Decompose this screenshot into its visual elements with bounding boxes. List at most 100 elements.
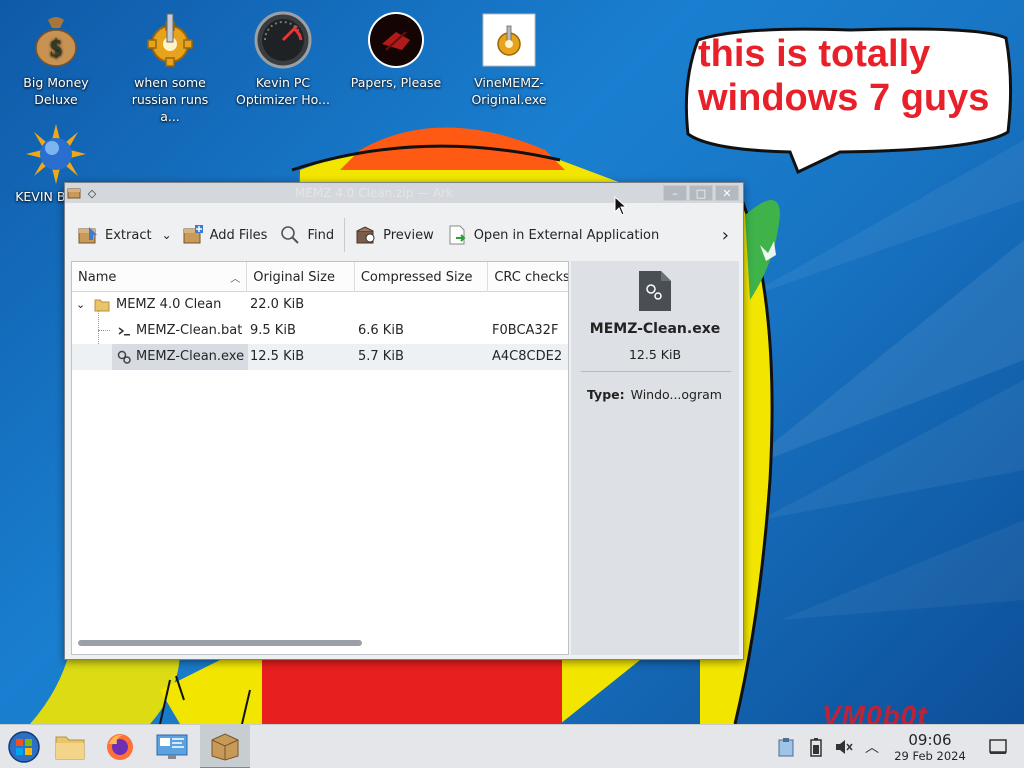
- column-header-name[interactable]: Name ︿: [72, 262, 248, 292]
- speech-bubble-text: this is totally windows 7 guys: [698, 33, 990, 119]
- show-desktop-icon: [989, 739, 1007, 754]
- row-original-size: 9.5 KiB: [250, 323, 296, 338]
- firefox-icon: [107, 734, 133, 760]
- horizontal-scrollbar[interactable]: [78, 640, 562, 648]
- row-compressed-size: 5.7 KiB: [358, 349, 404, 364]
- desktop-icon-label: when some russian runs a...: [131, 75, 209, 124]
- tray-battery[interactable]: [802, 725, 830, 768]
- column-header-compressed-size[interactable]: Compressed Size: [355, 262, 489, 292]
- row-compressed-size: 6.6 KiB: [358, 323, 404, 338]
- clock[interactable]: 09:06 29 Feb 2024: [890, 731, 970, 763]
- desktop-icon-kevin-optimizer[interactable]: Kevin PC Optimizer Ho...: [233, 10, 333, 108]
- file-manager-icon: [55, 736, 85, 760]
- mouse-cursor-icon: [614, 196, 628, 216]
- file-list[interactable]: Name ︿ Original Size Compressed Size CRC…: [71, 261, 569, 655]
- show-desktop-button[interactable]: [984, 725, 1012, 768]
- taskbar-system-settings[interactable]: [148, 725, 196, 768]
- keep-above-icon[interactable]: ◇: [83, 185, 101, 201]
- exe-icon: [482, 13, 536, 67]
- ark-window: ◇ MEMZ 4.0 Clean.zip — Ark – □ ✕ Extract…: [64, 182, 744, 660]
- info-file-name: MEMZ-Clean.exe: [589, 321, 721, 337]
- column-header-original-size[interactable]: Original Size: [247, 262, 355, 292]
- close-button[interactable]: ✕: [715, 185, 739, 201]
- find-button[interactable]: Find: [273, 220, 340, 250]
- add-files-button[interactable]: Add Files: [176, 220, 274, 250]
- scrollbar-thumb[interactable]: [78, 640, 362, 646]
- open-external-label: Open in External Application: [473, 227, 660, 243]
- table-row[interactable]: ⌄ MEMZ 4.0 Clean 22.0 KiB: [72, 292, 568, 318]
- preview-icon: [356, 226, 375, 244]
- executable-file-icon: [639, 271, 671, 311]
- info-divider: [581, 371, 731, 372]
- tray-expand[interactable]: ︿: [858, 725, 886, 768]
- executable-gear-icon: [117, 350, 131, 364]
- clock-date: 29 Feb 2024: [894, 749, 966, 763]
- extract-icon: [78, 227, 97, 244]
- start-button[interactable]: [0, 725, 48, 768]
- taskbar-ark[interactable]: [200, 725, 250, 768]
- clock-time: 09:06: [908, 731, 952, 749]
- row-original-size: 12.5 KiB: [250, 349, 305, 364]
- desktop-icon-label: Kevin PC Optimizer Ho...: [236, 75, 330, 107]
- info-file-size: 12.5 KiB: [628, 347, 682, 362]
- info-panel: MEMZ-Clean.exe 12.5 KiB Type: Windo...ogr…: [571, 261, 739, 655]
- search-icon: [281, 226, 300, 244]
- column-header-label: Compressed Size: [360, 269, 473, 285]
- watermark-text: VM0b0t: [822, 700, 928, 724]
- find-label: Find: [307, 227, 335, 243]
- folder-icon: [94, 299, 110, 312]
- taskbar-firefox[interactable]: [96, 725, 144, 768]
- sort-ascending-icon: ︿: [230, 274, 241, 285]
- toolbar: Extract ⌄ Add Files Find Preview Open in…: [71, 213, 739, 257]
- info-type-label: Type:: [587, 387, 625, 402]
- row-crc: F0BCA32F: [492, 323, 559, 338]
- open-external-button[interactable]: Open in External Application: [440, 220, 666, 250]
- file-list-header: Name ︿ Original Size Compressed Size CRC…: [72, 262, 568, 292]
- maximize-button[interactable]: □: [689, 185, 713, 201]
- chevron-up-icon: ︿: [865, 740, 879, 756]
- start-orb-icon: [8, 731, 40, 763]
- column-header-label: Name: [78, 269, 117, 285]
- window-titlebar[interactable]: ◇ MEMZ 4.0 Clean.zip — Ark – □ ✕: [65, 183, 743, 203]
- desktop-icon-label: Big Money Deluxe: [23, 75, 89, 107]
- system-settings-icon: [156, 734, 188, 759]
- open-external-icon: [449, 225, 466, 245]
- toolbar-separator: [344, 218, 346, 252]
- extract-menu-button[interactable]: ⌄: [158, 220, 176, 250]
- desktop-icon-big-money[interactable]: $ Big Money Deluxe: [6, 10, 106, 108]
- row-name: MEMZ-Clean.bat: [136, 323, 243, 338]
- extract-button[interactable]: Extract: [71, 220, 158, 250]
- collapse-arrow-icon[interactable]: ⌄: [76, 298, 85, 311]
- tray-clipboard[interactable]: [772, 725, 800, 768]
- row-name: MEMZ 4.0 Clean: [116, 297, 222, 312]
- ark-archiver-icon: [211, 733, 239, 761]
- minimize-button[interactable]: –: [663, 185, 687, 201]
- speedometer-icon: [254, 11, 312, 69]
- taskbar: ︿ 09:06 29 Feb 2024: [0, 724, 1024, 768]
- extract-label: Extract: [105, 227, 152, 243]
- globe-sun-icon: [26, 124, 86, 184]
- preview-button[interactable]: Preview: [349, 220, 440, 250]
- window-app-icon[interactable]: [65, 185, 83, 201]
- add-files-label: Add Files: [209, 227, 268, 243]
- desktop-icon-vinememz[interactable]: VineMEMZ- Original.exe: [459, 10, 559, 108]
- clipboard-icon: [778, 738, 794, 757]
- taskbar-file-manager[interactable]: [46, 725, 94, 768]
- volume-muted-icon: [836, 740, 853, 754]
- desktop-icon-russian[interactable]: when some russian runs a...: [120, 10, 220, 125]
- table-row-selected[interactable]: MEMZ-Clean.exe 12.5 KiB 5.7 KiB A4C8CDE2: [72, 344, 568, 370]
- info-type-row: Type: Windo...ogram: [587, 387, 722, 402]
- svg-text:$: $: [50, 36, 62, 62]
- desktop-icon-label: Papers, Please: [350, 75, 442, 90]
- row-original-size: 22.0 KiB: [250, 297, 305, 312]
- preview-label: Preview: [383, 227, 434, 243]
- chevron-right-icon: ›: [721, 224, 729, 246]
- table-row[interactable]: MEMZ-Clean.bat 9.5 KiB 6.6 KiB F0BCA32F: [72, 318, 568, 344]
- battery-icon: [810, 738, 822, 757]
- toolbar-overflow-button[interactable]: ›: [712, 220, 739, 250]
- desktop-icon-papers-please[interactable]: Papers, Please: [346, 10, 446, 91]
- money-bag-icon: $: [35, 17, 77, 67]
- chevron-down-icon: ⌄: [161, 228, 172, 242]
- tray-volume[interactable]: [830, 725, 858, 768]
- column-header-crc[interactable]: CRC checksu: [488, 262, 568, 292]
